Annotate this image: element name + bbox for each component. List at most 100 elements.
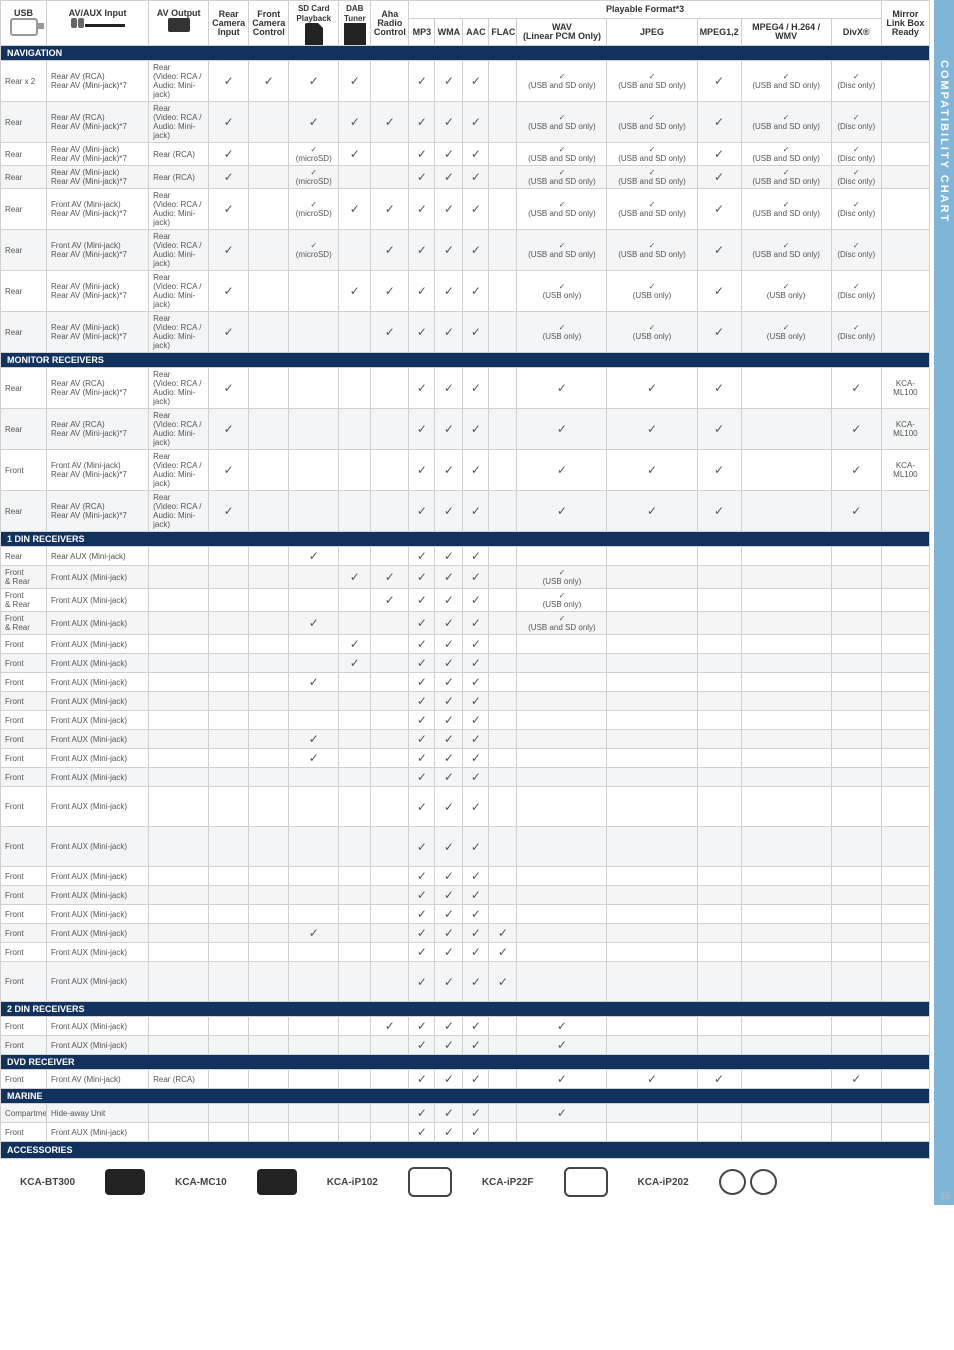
cell: ✓: [435, 827, 463, 867]
cell: ✓: [489, 962, 517, 1002]
cell: [289, 635, 339, 654]
cell: ✓: [409, 166, 435, 189]
cell: [881, 730, 929, 749]
cell: ✓: [517, 1104, 607, 1123]
cell: ✓: [697, 312, 741, 353]
cell: Front AUX (Mini-jack): [47, 612, 149, 635]
cell: [881, 491, 929, 532]
cell: [149, 654, 209, 673]
cell: [607, 886, 697, 905]
cell: ✓: [409, 102, 435, 143]
cell: ✓: [209, 189, 249, 230]
cell: [517, 886, 607, 905]
cell: [489, 271, 517, 312]
cell: [209, 924, 249, 943]
cell: [149, 673, 209, 692]
cell: [339, 943, 371, 962]
cell: [209, 749, 249, 768]
cell: Front AUX (Mini-jack): [47, 768, 149, 787]
cell: ✓: [463, 635, 489, 654]
cell: ✓ (USB and SD only): [741, 143, 831, 166]
cell: [517, 924, 607, 943]
cell: ✓ (USB only): [607, 312, 697, 353]
cell: ✓: [339, 189, 371, 230]
cell: [517, 692, 607, 711]
cell: Front AUX (Mini-jack): [47, 730, 149, 749]
cell: ✓: [409, 1036, 435, 1055]
cell: [149, 635, 209, 654]
cell: [371, 547, 409, 566]
cell: ✓: [463, 1123, 489, 1142]
cell: KCA-ML100: [881, 368, 929, 409]
cell: ✓: [697, 166, 741, 189]
cell: ✓: [371, 271, 409, 312]
cell: Front: [1, 905, 47, 924]
cell: [371, 905, 409, 924]
cell: [249, 730, 289, 749]
cell: [249, 827, 289, 867]
cell: [489, 886, 517, 905]
cell: ✓: [409, 143, 435, 166]
cell: [339, 886, 371, 905]
cell: Front AUX (Mini-jack): [47, 924, 149, 943]
cell: ✓: [435, 566, 463, 589]
cell: [881, 566, 929, 589]
mc10-icon: [257, 1169, 297, 1195]
cell: ✓: [463, 189, 489, 230]
cell: [489, 61, 517, 102]
cell: [371, 1104, 409, 1123]
cell: [249, 943, 289, 962]
cell: [489, 547, 517, 566]
cell: Front AUX (Mini-jack): [47, 589, 149, 612]
cell: [289, 271, 339, 312]
cell: [881, 749, 929, 768]
cell: ✓: [435, 271, 463, 312]
cell: [607, 1104, 697, 1123]
cell: [741, 1070, 831, 1089]
cell: Front: [1, 1017, 47, 1036]
cell: [249, 924, 289, 943]
cell: ✓: [409, 673, 435, 692]
cell: [249, 409, 289, 450]
cell: Rear: [1, 102, 47, 143]
cell: Hide-away Unit: [47, 1104, 149, 1123]
cell: ✓: [697, 491, 741, 532]
cell: [831, 692, 881, 711]
hdr-sd: SD Card Playback: [289, 1, 339, 46]
cell: [517, 749, 607, 768]
cell: [371, 635, 409, 654]
cell: ✓: [463, 409, 489, 450]
cell: Front AUX (Mini-jack): [47, 943, 149, 962]
cell: [339, 589, 371, 612]
cell: [209, 886, 249, 905]
cell: ✓: [435, 962, 463, 1002]
cell: ✓: [463, 166, 489, 189]
cell: [339, 692, 371, 711]
cell: Front: [1, 768, 47, 787]
cell: [149, 1123, 209, 1142]
cell: ✓ (Disc only): [831, 166, 881, 189]
cell: [607, 673, 697, 692]
cell: [249, 368, 289, 409]
cell: ✓ (USB and SD only): [741, 230, 831, 271]
cell: [209, 589, 249, 612]
cell: [831, 924, 881, 943]
cell: [489, 612, 517, 635]
cell: [249, 886, 289, 905]
cell: [249, 230, 289, 271]
cell: [339, 905, 371, 924]
cell: [249, 749, 289, 768]
cell: ✓ (Disc only): [831, 312, 881, 353]
cell: [289, 867, 339, 886]
cell: [371, 943, 409, 962]
cell: [249, 589, 289, 612]
cell: [489, 312, 517, 353]
cell: ✓: [463, 886, 489, 905]
cell: [339, 409, 371, 450]
cell: [697, 711, 741, 730]
cell: Rear AV (Mini-jack) Rear AV (Mini-jack)*…: [47, 143, 149, 166]
cell: [249, 692, 289, 711]
cell: ✓: [697, 102, 741, 143]
cell: ✓: [409, 867, 435, 886]
cell: [881, 711, 929, 730]
